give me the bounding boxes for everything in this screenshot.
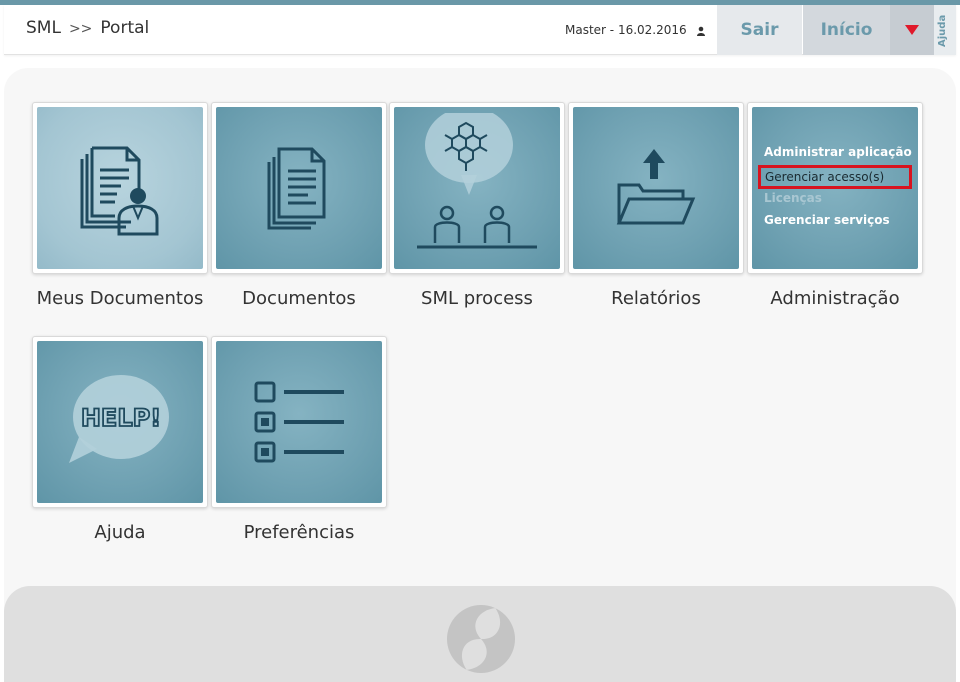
- help-side-tab-label: Ajuda: [937, 14, 948, 47]
- tile-label: Preferências: [243, 522, 355, 543]
- user-icon: [697, 26, 706, 36]
- admin-menu-item-highlighted[interactable]: Gerenciar acesso(s): [758, 165, 912, 189]
- user-info-text: Master - 16.02.2016: [565, 23, 687, 37]
- tile-label: Meus Documentos: [36, 288, 204, 309]
- help-bubble-icon: HELP!: [69, 375, 169, 463]
- admin-menu-item-disabled: Licenças: [764, 191, 822, 205]
- tile-ajuda[interactable]: HELP!: [32, 336, 208, 508]
- documents-icon: [267, 147, 326, 230]
- admin-menu-item[interactable]: Gerenciar serviços: [764, 211, 912, 233]
- help-side-tab[interactable]: Ajuda: [934, 5, 956, 55]
- tile-meus-documentos[interactable]: [32, 102, 208, 274]
- tile-preferencias[interactable]: [211, 336, 387, 508]
- footer: [4, 586, 956, 682]
- breadcrumb-current: Portal: [100, 18, 150, 38]
- user-documents-icon: [80, 146, 159, 236]
- tile-sml-process[interactable]: [389, 102, 565, 274]
- breadcrumb-separator: >>: [68, 21, 93, 37]
- tile-label: Documentos: [242, 288, 356, 309]
- breadcrumb: SML >> Portal: [26, 18, 149, 38]
- admin-menu: Administrar aplicação Gerenciar acesso(s…: [758, 143, 912, 233]
- home-button[interactable]: Início: [803, 5, 890, 55]
- user-info: Master - 16.02.2016: [565, 23, 706, 37]
- help-icon-text: HELP!: [81, 404, 161, 432]
- tile-label: Relatórios: [611, 288, 701, 309]
- tile-label: SML process: [421, 288, 533, 309]
- folder-upload-icon: [616, 149, 696, 225]
- sml-logo-icon: [447, 605, 515, 673]
- tile-label: Ajuda: [94, 522, 146, 543]
- breadcrumb-root[interactable]: SML: [26, 18, 61, 38]
- tile-documentos[interactable]: [211, 102, 387, 274]
- admin-menu-item[interactable]: Administrar aplicação: [764, 143, 912, 165]
- menu-dropdown-button[interactable]: [890, 5, 934, 55]
- tile-label: Administração: [770, 288, 900, 309]
- checklist-icon: [254, 381, 344, 463]
- header-bar: SML >> Portal Master - 16.02.2016 Sair Iní…: [4, 5, 956, 55]
- tile-administracao[interactable]: Administrar aplicação Gerenciar acesso(s…: [747, 102, 923, 274]
- molecule-meeting-icon: [417, 113, 537, 249]
- triangle-down-icon: [905, 25, 919, 35]
- logout-button[interactable]: Sair: [717, 5, 802, 55]
- tile-relatorios[interactable]: [568, 102, 744, 274]
